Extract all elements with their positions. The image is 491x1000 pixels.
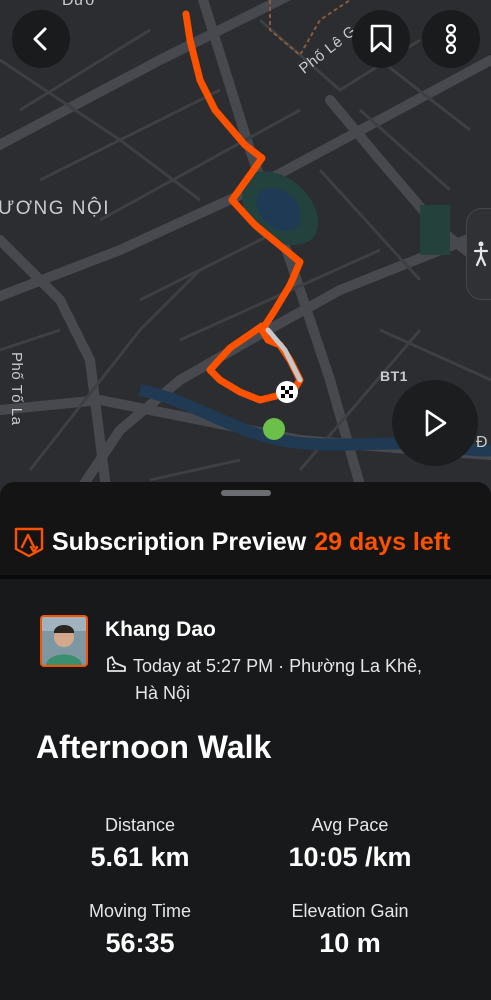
bookmark-icon [370, 24, 392, 53]
play-icon [425, 409, 447, 437]
map-label-street-to-la: Phố Tố La [8, 352, 25, 426]
chevron-left-icon [33, 27, 47, 51]
activity-meta: Today at 5:27 PM · Phường La Khê, Hà Nội [105, 653, 465, 707]
subscription-banner[interactable]: Subscription Preview 29 days left [0, 512, 491, 572]
map-label-bt1: BT1 [380, 368, 408, 384]
map-label-top: Đườ [62, 0, 97, 9]
subscription-title: Subscription Preview [52, 527, 307, 556]
athlete-name[interactable]: Khang Dao [105, 618, 216, 642]
more-options-button[interactable] [422, 10, 480, 68]
stat-elevation-gain: Elevation Gain 10 m [250, 901, 450, 959]
drag-handle[interactable] [221, 490, 271, 496]
activity-card: Khang Dao Today at 5:27 PM · Phường La K… [0, 575, 491, 1000]
activity-time-location: Today at 5:27 PM · Phường La Khê, [133, 656, 423, 676]
stat-label: Avg Pace [311, 815, 389, 835]
subscription-days-left: 29 days left [314, 527, 451, 556]
more-vertical-icon [445, 24, 457, 54]
activity-screen: Đườ Phố Lê G ƯƠNG NỘI Phố Tố La BT1 Đ Su… [0, 0, 491, 1000]
stat-value: 5.61 km [90, 842, 190, 872]
avatar[interactable] [40, 615, 88, 667]
avatar-photo [42, 617, 86, 665]
walker-toggle[interactable] [466, 208, 491, 300]
bookmark-button[interactable] [352, 10, 410, 68]
back-button[interactable] [12, 10, 70, 68]
start-dot-icon [263, 418, 285, 440]
strava-subscription-icon [14, 527, 44, 558]
stat-label: Moving Time [88, 901, 192, 921]
walker-icon [473, 241, 489, 267]
stat-value: 10 m [319, 928, 381, 958]
stat-label: Elevation Gain [291, 901, 409, 921]
stat-value: 56:35 [105, 928, 175, 958]
play-flyover-button[interactable] [392, 380, 478, 466]
shoe-icon [107, 656, 126, 672]
map-label-edge: Đ [476, 434, 489, 451]
map-label-district: ƯƠNG NỘI [0, 198, 111, 219]
stat-avg-pace: Avg Pace 10:05 /km [250, 815, 450, 873]
activity-sheet: Subscription Preview 29 days left Khang … [0, 482, 491, 1000]
stat-distance: Distance 5.61 km [40, 815, 240, 873]
stat-moving-time: Moving Time 56:35 [40, 901, 240, 959]
finish-flag-icon [276, 381, 298, 403]
activity-location-city: Hà Nội [135, 683, 191, 703]
stat-value: 10:05 /km [288, 842, 412, 872]
stat-label: Distance [104, 815, 176, 835]
route-map[interactable]: Đườ Phố Lê G ƯƠNG NỘI Phố Tố La BT1 Đ [0, 0, 491, 520]
activity-title: Afternoon Walk [36, 729, 272, 765]
